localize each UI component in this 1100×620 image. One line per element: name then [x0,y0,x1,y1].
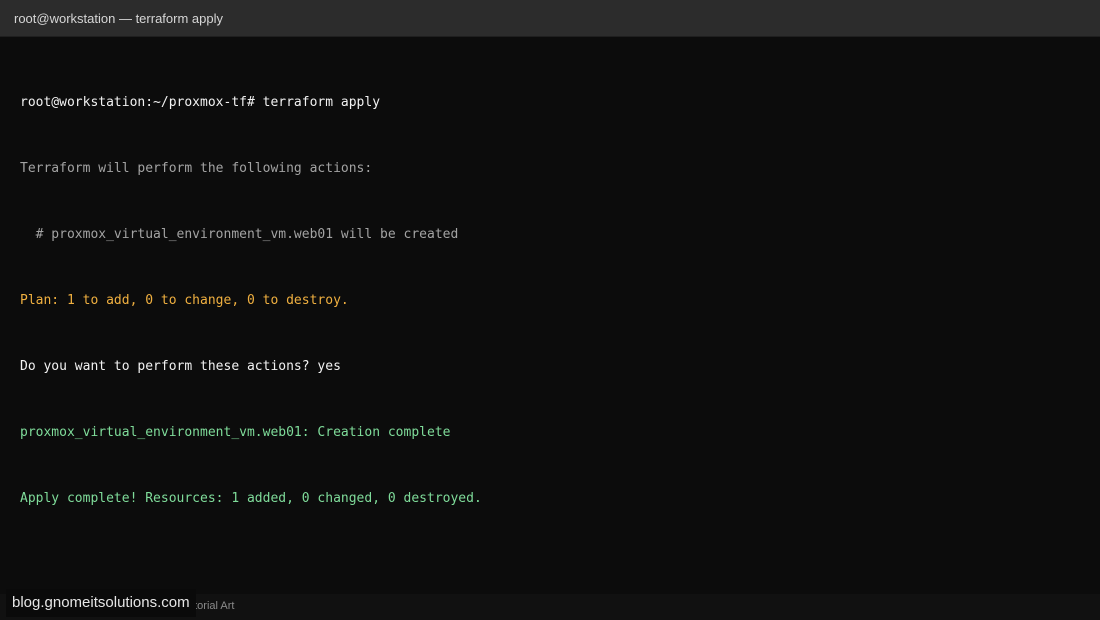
terminal-line-creation-complete: proxmox_virtual_environment_vm.web01: Cr… [20,425,451,440]
window-title: root@workstation — terraform apply [14,11,223,26]
terminal-line-plan-summary: Plan: 1 to add, 0 to change, 0 to destro… [20,293,349,308]
terminal-line-actions-header: Terraform will perform the following act… [20,161,373,176]
terminal-window: root@workstation — terraform apply root@… [0,0,1100,620]
title-bar[interactable]: root@workstation — terraform apply [0,0,1100,37]
watermark: blog.gnomeitsolutions.com [6,589,196,617]
terminal-line-command: root@workstation:~/proxmox-tf# terraform… [20,95,381,110]
terminal-line-confirmation: Do you want to perform these actions? ye… [20,359,341,374]
terminal-line-apply-complete: Apply complete! Resources: 1 added, 0 ch… [20,491,482,506]
terminal-line-resource-created: # proxmox_virtual_environment_vm.web01 w… [20,227,459,242]
terminal-output[interactable]: root@workstation:~/proxmox-tf# terraform… [20,48,1080,554]
